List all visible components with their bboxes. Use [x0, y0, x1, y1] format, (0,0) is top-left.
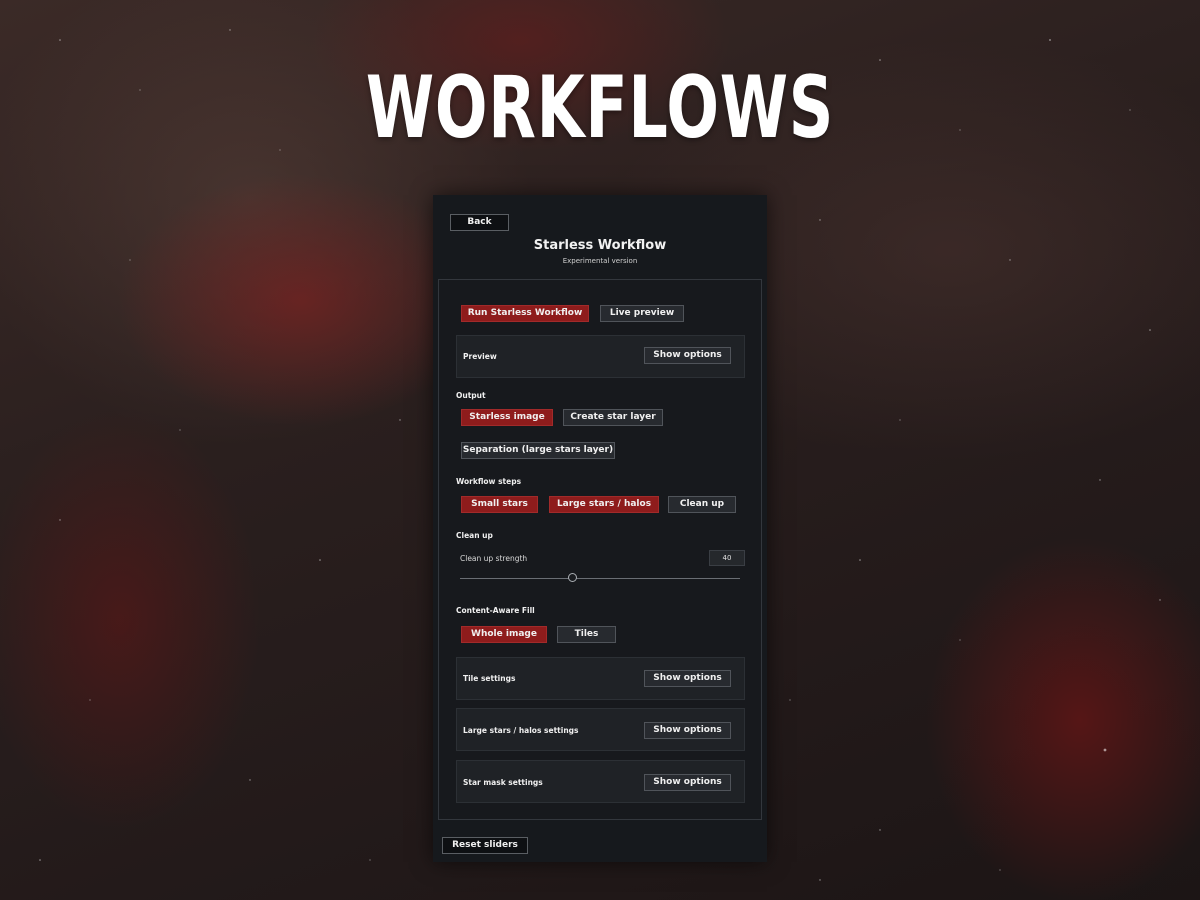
- create-star-layer-button[interactable]: Create star layer: [563, 409, 663, 426]
- large-stars-halos-button[interactable]: Large stars / halos: [549, 496, 659, 513]
- preview-show-options-button[interactable]: Show options: [644, 347, 731, 364]
- star-mask-settings-section: Star mask settings Show options: [456, 760, 745, 803]
- back-button[interactable]: Back: [450, 214, 509, 231]
- tiles-button[interactable]: Tiles: [557, 626, 616, 643]
- live-preview-button[interactable]: Live preview: [600, 305, 684, 322]
- panel-title: Starless Workflow: [533, 238, 667, 253]
- preview-section: Preview Show options: [456, 335, 745, 378]
- clean-up-strength-value[interactable]: 40: [709, 550, 745, 566]
- starless-workflow-panel: Back Starless Workflow Experimental vers…: [433, 195, 767, 862]
- workflow-steps-heading: Workflow steps: [456, 477, 522, 486]
- tile-settings-label: Tile settings: [463, 674, 516, 683]
- whole-image-button[interactable]: Whole image: [461, 626, 547, 643]
- reset-sliders-button[interactable]: Reset sliders: [442, 837, 528, 854]
- page-headline: WORKFLOWS: [365, 58, 835, 158]
- output-heading: Output: [456, 391, 486, 400]
- starless-image-button[interactable]: Starless image: [461, 409, 553, 426]
- clean-up-strength-slider-handle[interactable]: [568, 573, 577, 582]
- tile-settings-show-options-button[interactable]: Show options: [644, 670, 731, 687]
- separation-button[interactable]: Separation (large stars layer): [461, 442, 615, 459]
- star-mask-show-options-button[interactable]: Show options: [644, 774, 731, 791]
- panel-subtitle: Experimental version: [562, 257, 638, 265]
- clean-up-heading: Clean up: [456, 531, 493, 540]
- preview-label: Preview: [463, 352, 497, 361]
- large-stars-settings-label: Large stars / halos settings: [463, 726, 579, 735]
- run-starless-workflow-button[interactable]: Run Starless Workflow: [461, 305, 589, 322]
- small-stars-button[interactable]: Small stars: [461, 496, 538, 513]
- tile-settings-section: Tile settings Show options: [456, 657, 745, 700]
- content-aware-fill-heading: Content-Aware Fill: [456, 606, 535, 615]
- clean-up-strength-label: Clean up strength: [460, 554, 528, 563]
- large-stars-settings-section: Large stars / halos settings Show option…: [456, 708, 745, 751]
- workflow-options-container: Run Starless Workflow Live preview Previ…: [438, 279, 762, 820]
- star-mask-settings-label: Star mask settings: [463, 778, 543, 787]
- clean-up-strength-slider-track[interactable]: [460, 578, 740, 579]
- clean-up-step-button[interactable]: Clean up: [668, 496, 736, 513]
- large-stars-show-options-button[interactable]: Show options: [644, 722, 731, 739]
